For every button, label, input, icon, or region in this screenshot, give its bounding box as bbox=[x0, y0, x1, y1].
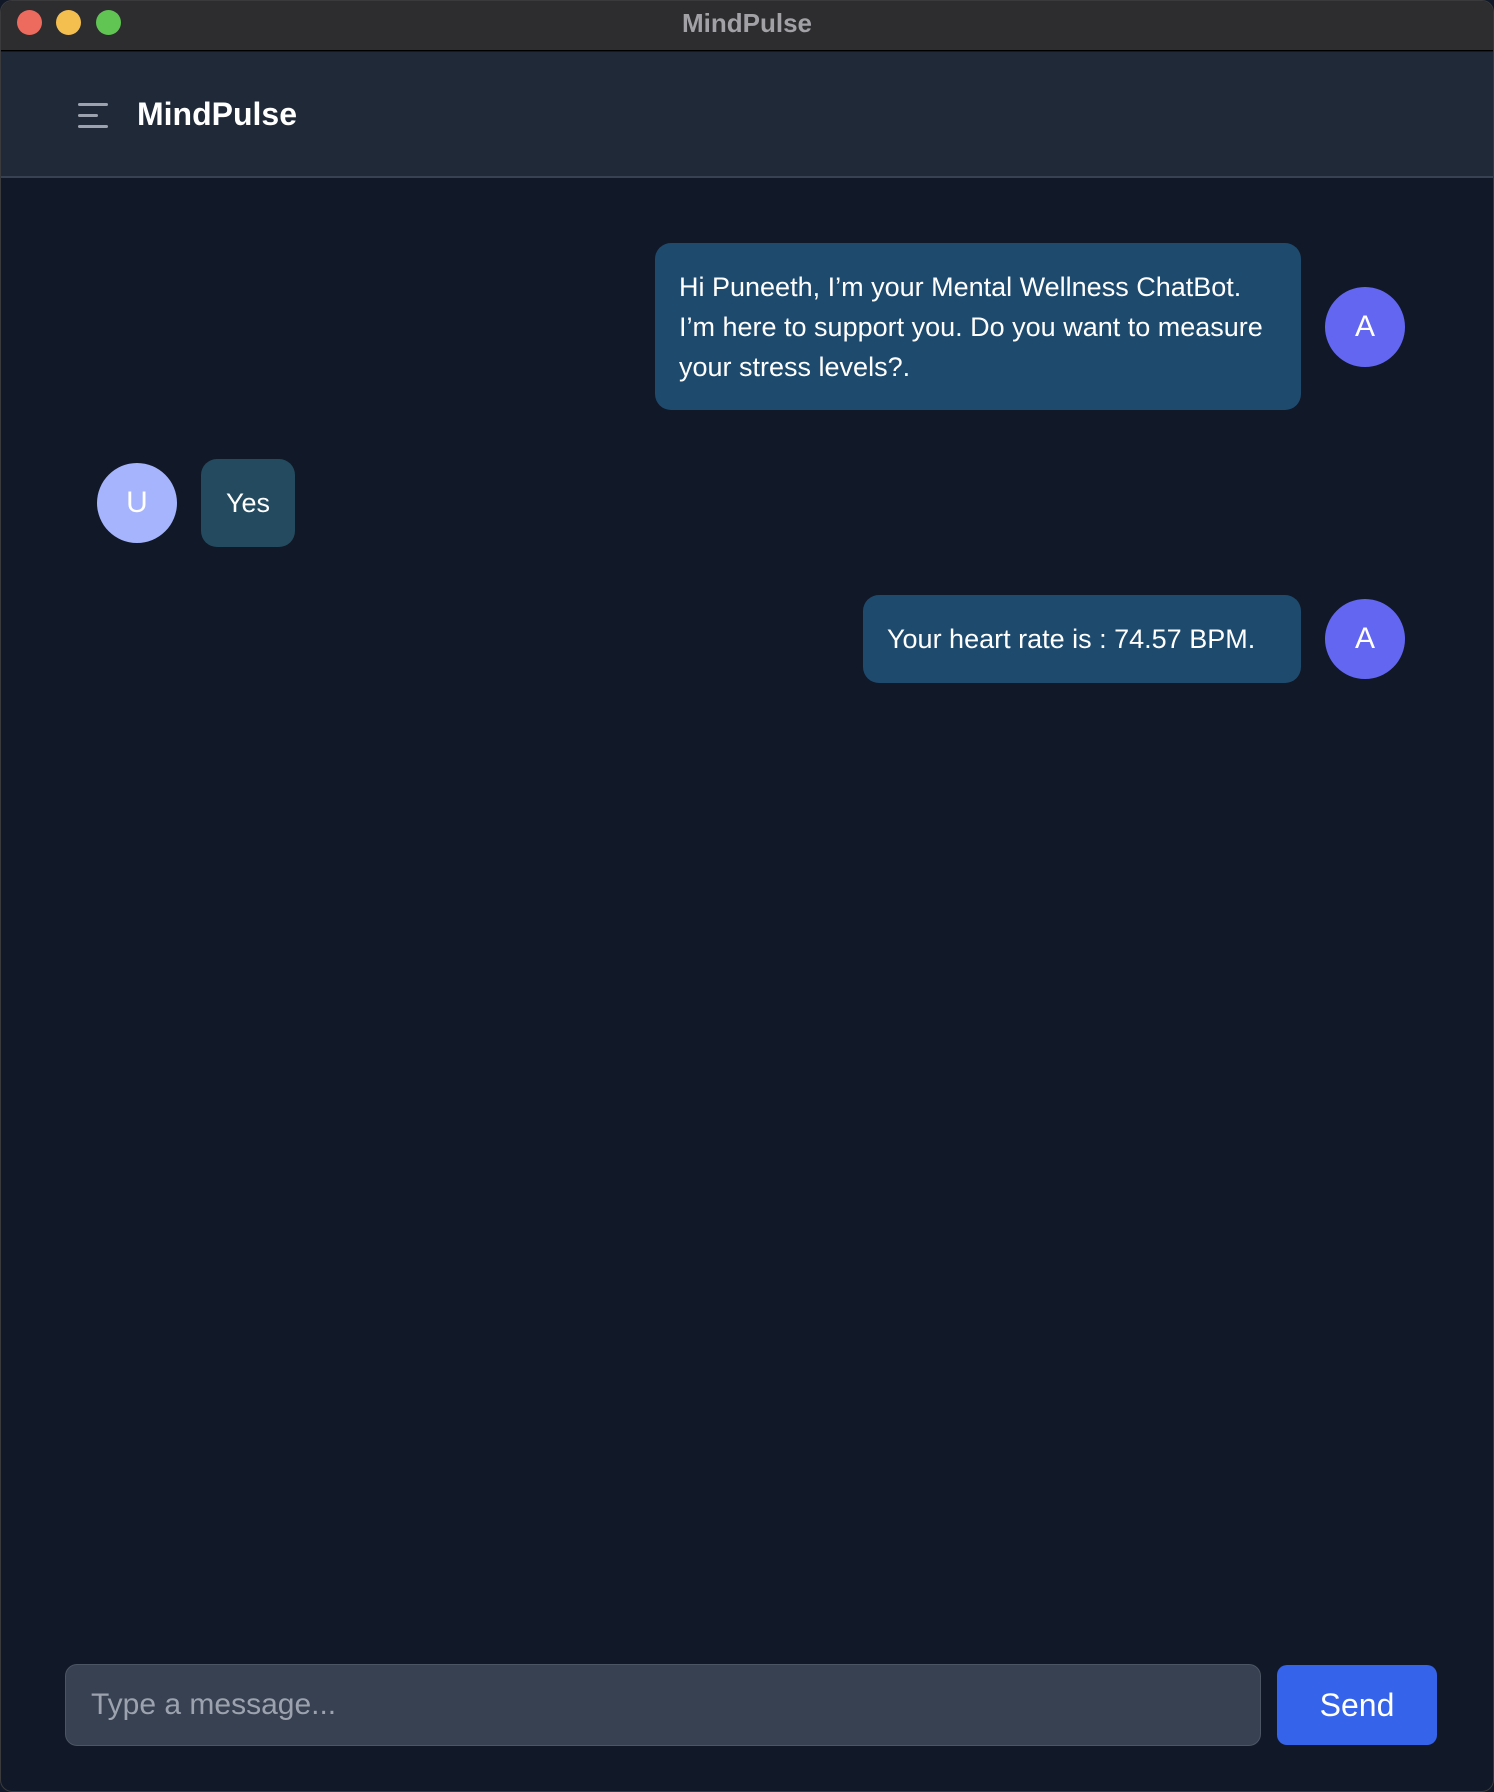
window-titlebar: MindPulse bbox=[1, 1, 1493, 51]
app-title: MindPulse bbox=[137, 96, 298, 132]
app-window: MindPulse MindPulse Hi Puneeth, I’m your… bbox=[0, 0, 1494, 1792]
user-message-bubble: Yes bbox=[201, 459, 295, 547]
bot-avatar: A bbox=[1325, 287, 1405, 367]
message-text: Hi Puneeth, I’m your Mental Wellness Cha… bbox=[679, 272, 1263, 382]
message-text: Yes bbox=[225, 488, 271, 518]
message-input[interactable] bbox=[65, 1664, 1261, 1746]
window-title: MindPulse bbox=[681, 8, 812, 38]
bot-message-bubble: Hi Puneeth, I’m your Mental Wellness Cha… bbox=[655, 243, 1301, 410]
message-text: Your heart rate is : 74.57 BPM. bbox=[887, 624, 1256, 654]
user-avatar: U bbox=[97, 463, 177, 543]
bot-message-bubble: Your heart rate is : 74.57 BPM. bbox=[863, 595, 1301, 683]
send-button[interactable]: Send bbox=[1277, 1665, 1437, 1745]
bot-avatar: A bbox=[1325, 599, 1405, 679]
hamburger-menu-icon[interactable] bbox=[78, 103, 108, 129]
app-header: MindPulse bbox=[1, 52, 1493, 178]
